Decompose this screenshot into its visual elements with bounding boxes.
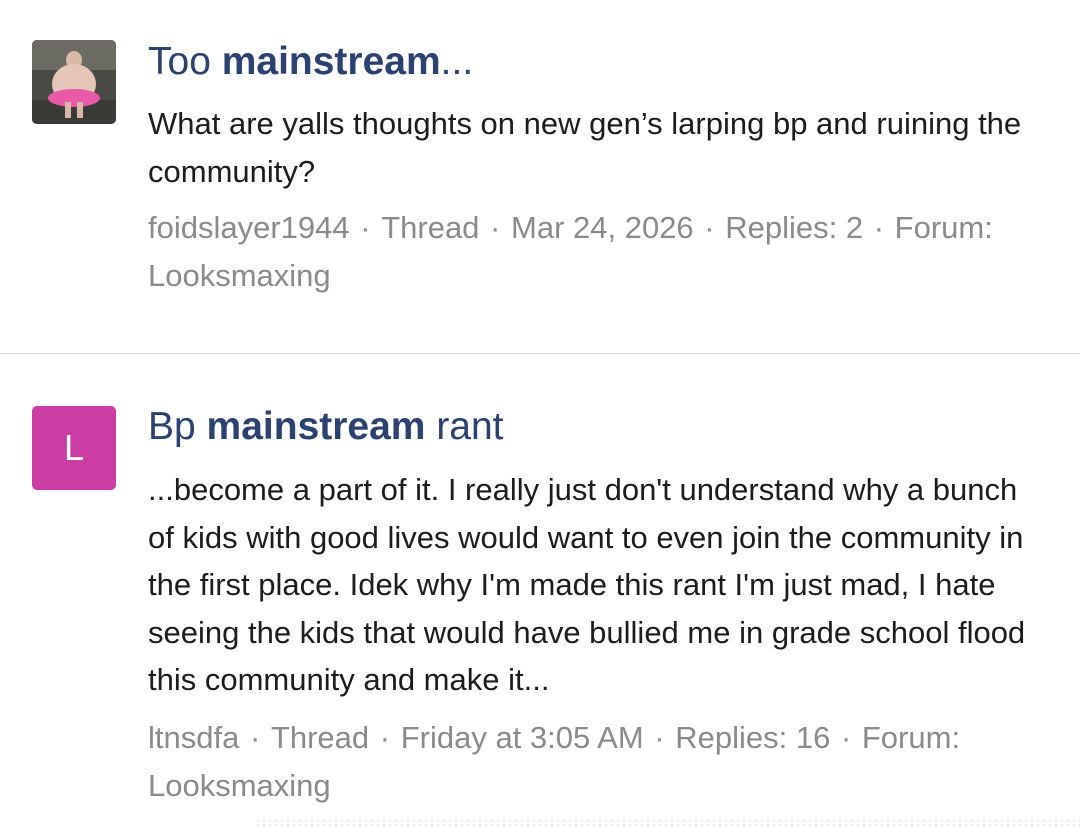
dotted-separator (255, 819, 1080, 827)
thread-meta: foidslayer1944 · Thread · Mar 24, 2026 ·… (148, 210, 993, 293)
thread-title[interactable]: Bp mainstream rant (148, 405, 504, 449)
content-type: Thread (381, 210, 480, 245)
post-date: Friday at 3:05 AM (400, 720, 644, 755)
thread-snippet: What are yalls thoughts on new gen’s lar… (148, 106, 1022, 189)
avatar-letter: L (63, 427, 85, 468)
avatar[interactable] (32, 40, 116, 124)
thread-snippet: ...become a part of it. I really just do… (148, 472, 1026, 697)
divider (0, 353, 1080, 354)
avatar[interactable]: L (32, 406, 116, 490)
content-type: Thread (270, 720, 370, 755)
reply-count: Replies: 16 (675, 720, 831, 755)
thread-meta: ltnsdfa · Thread · Friday at 3:05 AM · R… (148, 720, 961, 803)
author-link[interactable]: ltnsdfa (148, 720, 239, 755)
post-date: Mar 24, 2026 (511, 210, 694, 245)
author-link[interactable]: foidslayer1944 (148, 210, 350, 245)
user-photo-avatar-icon (32, 40, 116, 124)
thread-title[interactable]: Too mainstream... (148, 40, 473, 84)
reply-count: Replies: 2 (725, 210, 864, 245)
